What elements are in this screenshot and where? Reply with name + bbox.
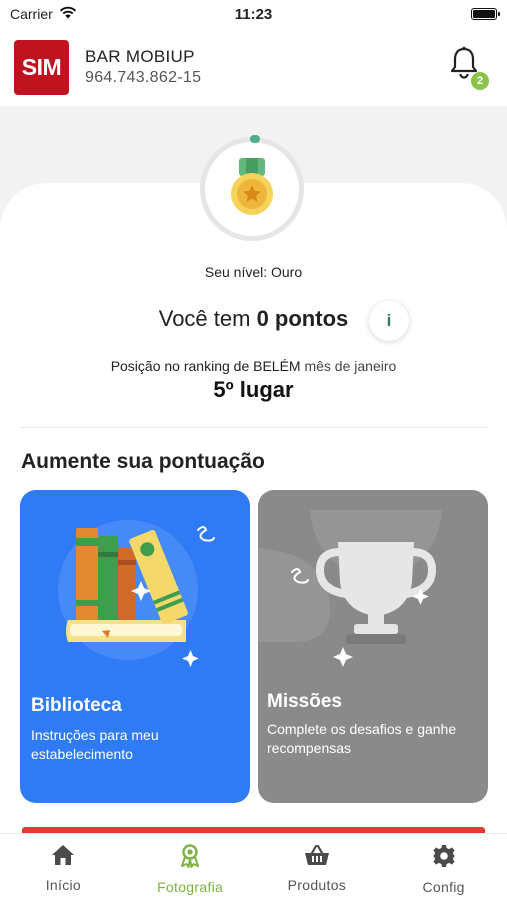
points-value: 0 pontos bbox=[256, 306, 349, 331]
ranking-period: mês de janeiro bbox=[304, 358, 397, 374]
missions-title: Missões bbox=[267, 691, 342, 712]
status-bar: Carrier 11:23 bbox=[0, 0, 507, 28]
app-header: SIM BAR MOBIUP 964.743.862-15 2 bbox=[0, 28, 507, 106]
basket-icon bbox=[304, 844, 330, 871]
level-progress-dot bbox=[250, 135, 260, 143]
tab-produtos[interactable]: Produtos bbox=[254, 834, 381, 900]
notification-badge: 2 bbox=[471, 72, 489, 90]
points-prefix: Você tem bbox=[158, 306, 251, 331]
award-icon bbox=[179, 844, 201, 873]
divider bbox=[20, 427, 487, 428]
points-summary: Você tem 0 pontos bbox=[0, 306, 507, 332]
ranking-place: 5º lugar bbox=[213, 377, 294, 402]
business-info: BAR MOBIUP 964.743.862-15 bbox=[85, 47, 201, 87]
gear-icon bbox=[432, 844, 456, 873]
tab-label: Fotografia bbox=[157, 879, 224, 895]
ranking-prefix: Posição no ranking de BELÉM bbox=[110, 358, 301, 374]
library-card[interactable]: Biblioteca Instruções para meu estabelec… bbox=[20, 490, 250, 803]
bottom-tab-bar: Início Fotografia Produtos Config bbox=[0, 833, 507, 900]
library-title: Biblioteca bbox=[31, 695, 122, 716]
home-icon bbox=[51, 844, 75, 871]
tab-label: Início bbox=[45, 877, 81, 893]
carrier-label: Carrier bbox=[10, 6, 53, 22]
business-id: 964.743.862-15 bbox=[85, 69, 202, 86]
brand-logo: SIM bbox=[14, 39, 69, 95]
tab-config[interactable]: Config bbox=[380, 834, 507, 900]
tab-label: Produtos bbox=[287, 877, 347, 893]
level-label: Seu nível: Ouro bbox=[204, 264, 303, 280]
ranking-description: Posição no ranking de BELÉM mês de janei… bbox=[0, 358, 507, 374]
section-title: Aumente sua pontuação bbox=[21, 450, 265, 473]
points-info-button[interactable]: i bbox=[369, 301, 409, 341]
gold-medal-icon bbox=[227, 156, 277, 223]
tab-fotografia[interactable]: Fotografia bbox=[127, 834, 254, 900]
wifi-icon bbox=[59, 6, 77, 22]
tab-inicio[interactable]: Início bbox=[0, 834, 127, 900]
library-description: Instruções para meu estabelecimento bbox=[31, 727, 159, 762]
level-medal bbox=[200, 135, 304, 241]
missions-description: Complete os desafios e ganhe recompensas bbox=[267, 721, 457, 756]
notifications-button[interactable]: 2 bbox=[449, 46, 489, 90]
battery-icon bbox=[471, 8, 500, 20]
tab-label: Config bbox=[422, 879, 465, 895]
missions-card[interactable]: Missões Complete os desafios e ganhe rec… bbox=[258, 490, 488, 803]
business-name: BAR MOBIUP bbox=[85, 47, 195, 66]
info-icon: i bbox=[386, 311, 392, 330]
